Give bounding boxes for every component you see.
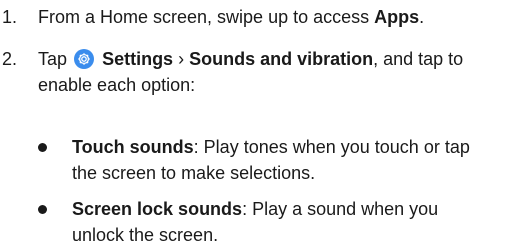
step-number: 2. — [2, 49, 18, 69]
step-number: 1. — [2, 7, 18, 27]
step-1: 1. From a Home screen, swipe up to acces… — [0, 4, 520, 30]
settings-label: Settings — [102, 49, 174, 69]
option-desc: : Play a sound when you — [242, 199, 439, 219]
bullet-dot — [38, 143, 47, 152]
bullet-dot — [38, 205, 47, 214]
instructions-page: 1. From a Home screen, swipe up to acces… — [0, 0, 526, 246]
option-desc-line-2: the screen to make selections. — [72, 163, 316, 183]
step-1-period: . — [419, 7, 425, 27]
step-2-line-2: enable each option: — [38, 75, 196, 95]
step-text: Tap Settings › Sounds and vibration, and… — [38, 46, 520, 98]
sounds-vibration-label: Sounds and vibration — [189, 49, 374, 69]
step-2: 2. Tap Settings › Sounds and vibration, … — [0, 46, 520, 102]
option-text: Screen lock sounds: Play a sound when yo… — [72, 196, 518, 248]
option-desc: : Play tones when you touch or tap — [193, 137, 470, 157]
option-label: Touch sounds — [72, 137, 194, 157]
option-screen-lock-sounds: Screen lock sounds: Play a sound when yo… — [38, 196, 518, 248]
option-text: Touch sounds: Play tones when you touch … — [72, 134, 518, 186]
option-touch-sounds: Touch sounds: Play tones when you touch … — [38, 134, 518, 186]
breadcrumb-arrow: › — [178, 49, 185, 69]
step-1-text: From a Home screen, swipe up to access — [38, 7, 375, 27]
step-2-text: , and tap to — [373, 49, 464, 69]
option-desc-line-2: unlock the screen. — [72, 225, 219, 245]
step-text: From a Home screen, swipe up to access A… — [38, 4, 520, 30]
settings-gear-icon — [74, 49, 95, 69]
tap-word: Tap — [38, 49, 68, 69]
option-label: Screen lock sounds — [72, 199, 243, 219]
apps-label: Apps — [374, 7, 420, 27]
